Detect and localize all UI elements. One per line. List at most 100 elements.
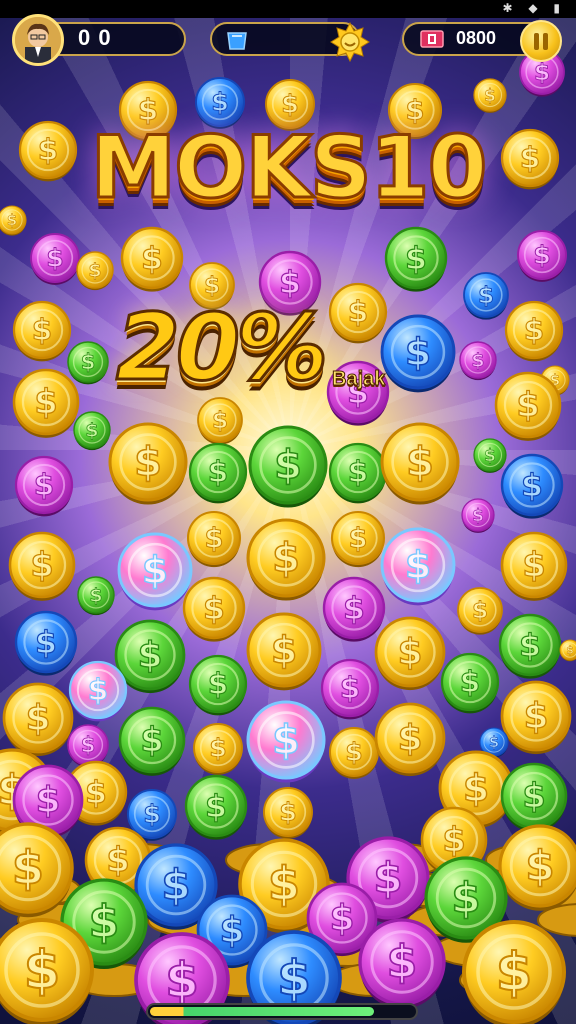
coin-icon[interactable]: $	[500, 453, 564, 519]
svg-text:$: $	[472, 505, 484, 525]
coin-icon[interactable]: $	[246, 612, 322, 691]
coin-icon[interactable]: $	[320, 658, 380, 720]
coin-icon[interactable]: $	[120, 226, 184, 292]
coin-icon[interactable]: $	[182, 576, 246, 642]
game-title: MOKS10	[89, 117, 489, 220]
coin-icon[interactable]: $	[461, 498, 495, 533]
svg-text:$: $	[12, 841, 44, 895]
svg-text:$: $	[349, 523, 368, 554]
avatar[interactable]	[12, 14, 64, 66]
coin-icon[interactable]: $	[67, 341, 109, 385]
coin-icon[interactable]: $	[8, 531, 76, 601]
ticket-icon	[420, 29, 444, 53]
coin-icon[interactable]: $	[12, 300, 72, 362]
pause-button[interactable]	[520, 20, 562, 62]
coin-icon[interactable]: $	[197, 397, 243, 445]
svg-text:$: $	[405, 330, 431, 374]
coin-icon[interactable]: $	[0, 918, 94, 1024]
coin-icon[interactable]: $	[500, 762, 568, 832]
bonus-label: Bajak	[331, 368, 386, 391]
coin-icon[interactable]: $	[440, 652, 500, 714]
svg-text:$: $	[398, 718, 423, 759]
svg-text:$: $	[89, 897, 120, 948]
coin-icon[interactable]: $	[246, 700, 326, 783]
coin-icon[interactable]: $	[77, 576, 115, 616]
coin-icon[interactable]: $	[186, 510, 242, 568]
coin-icon[interactable]: $	[263, 787, 313, 839]
coin-icon[interactable]: $	[76, 251, 114, 291]
svg-text:$: $	[203, 591, 225, 627]
coin-icon[interactable]: $	[500, 680, 572, 755]
coin-icon[interactable]: $	[193, 723, 243, 775]
coin-icon[interactable]: $	[329, 727, 379, 779]
coin-icon[interactable]: $	[67, 724, 109, 768]
coin-icon[interactable]: $	[117, 532, 193, 611]
coin-icon[interactable]: $	[118, 706, 186, 776]
svg-text:$: $	[519, 628, 541, 664]
coin-icon[interactable]: $	[114, 619, 186, 694]
sun-badge-icon[interactable]	[330, 21, 370, 63]
coin-icon[interactable]: $	[246, 518, 326, 601]
coin-icon[interactable]: $	[384, 226, 448, 292]
coin-icon[interactable]: $	[248, 425, 328, 508]
coin-icon[interactable]: $	[459, 341, 497, 381]
coin-icon[interactable]: $	[2, 682, 74, 757]
coin-icon[interactable]: $	[184, 774, 248, 840]
coin-icon[interactable]: $	[108, 422, 188, 505]
svg-text:$: $	[274, 443, 302, 489]
coin-icon[interactable]: $	[380, 527, 456, 606]
coin-icon[interactable]: $	[463, 272, 509, 320]
svg-text:$: $	[516, 386, 539, 425]
svg-text:$: $	[343, 591, 365, 627]
coin-icon[interactable]: $	[12, 368, 80, 438]
svg-text:$: $	[460, 665, 480, 699]
svg-text:$: $	[34, 383, 57, 422]
coin-icon[interactable]: $	[328, 282, 388, 344]
score-value: 0 0	[78, 25, 112, 50]
coin-icon[interactable]: $	[498, 824, 576, 911]
svg-text:$: $	[208, 455, 228, 489]
coin-icon[interactable]: $	[358, 918, 446, 1010]
coin-icon[interactable]: $	[30, 233, 80, 285]
svg-text:$: $	[533, 241, 551, 270]
svg-text:$: $	[522, 777, 545, 816]
coin-icon[interactable]: $	[473, 438, 507, 473]
coin-icon[interactable]: $	[330, 510, 386, 568]
coin-icon[interactable]: $	[328, 442, 388, 504]
coin-icon[interactable]: $	[559, 639, 576, 662]
svg-text:$: $	[373, 853, 402, 902]
svg-text:$: $	[81, 733, 96, 757]
coin-icon[interactable]: $	[462, 920, 566, 1024]
svg-text:$: $	[525, 841, 554, 890]
coin-icon[interactable]: $	[73, 411, 111, 451]
svg-text:$: $	[46, 244, 64, 273]
coin-icon[interactable]: $	[494, 371, 562, 441]
svg-text:$: $	[478, 283, 494, 309]
coin-icon[interactable]: $	[374, 702, 446, 777]
svg-text:$: $	[32, 313, 52, 347]
coin-icon[interactable]: $	[457, 587, 503, 635]
coin-icon[interactable]: $	[14, 455, 74, 517]
coin-icon[interactable]: $	[473, 78, 507, 113]
coin-icon[interactable]: $	[374, 616, 446, 691]
coin-icon[interactable]: $	[322, 576, 386, 642]
coin-icon[interactable]: $	[498, 613, 562, 679]
coin-icon[interactable]: $	[380, 422, 460, 505]
svg-text:$: $	[268, 857, 300, 911]
svg-text:$: $	[81, 350, 96, 374]
coin-icon[interactable]: $	[504, 300, 564, 362]
svg-text:$: $	[521, 468, 543, 504]
svg-text:$: $	[36, 780, 61, 821]
coin-icon[interactable]: $	[188, 654, 248, 716]
svg-text:$: $	[24, 940, 61, 1001]
svg-text:$: $	[489, 734, 499, 751]
coin-icon[interactable]: $	[14, 610, 78, 676]
svg-text:$: $	[89, 584, 102, 606]
coin-icon[interactable]: $	[500, 531, 568, 601]
coin-icon[interactable]: $	[68, 660, 128, 722]
svg-text:$: $	[277, 951, 311, 1007]
svg-text:$: $	[85, 775, 107, 811]
coin-icon[interactable]: $	[517, 230, 567, 282]
coin-icon[interactable]: $	[188, 442, 248, 504]
coin-icon[interactable]: $	[380, 314, 456, 393]
